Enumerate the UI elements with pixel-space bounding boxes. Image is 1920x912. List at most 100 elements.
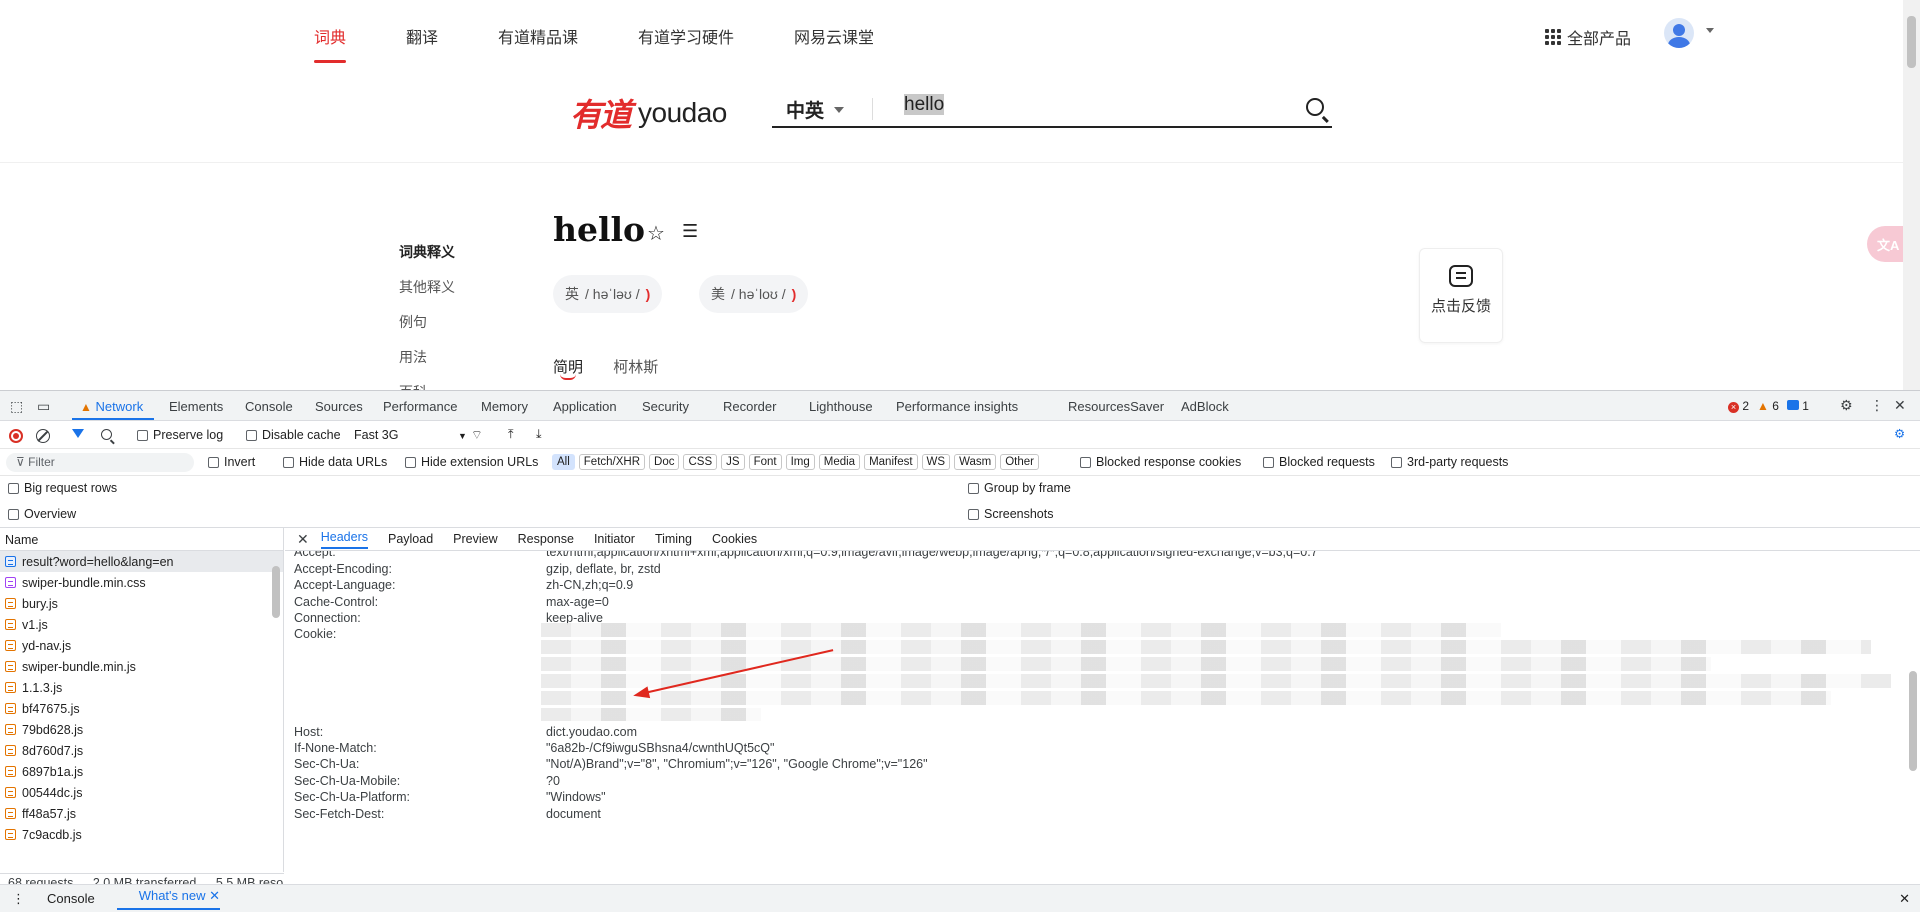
- request-row[interactable]: 1.1.3.js: [0, 677, 283, 698]
- chip-ws[interactable]: WS: [921, 454, 951, 470]
- invert-checkbox[interactable]: Invert: [208, 455, 255, 469]
- phonetic-uk[interactable]: 英 / həˈləʊ / ): [553, 275, 663, 313]
- tab-adblock[interactable]: AdBlock: [1181, 399, 1229, 414]
- chip-all[interactable]: All: [552, 454, 575, 470]
- inspect-icon[interactable]: ⬚: [10, 398, 23, 415]
- tab-console[interactable]: Console: [245, 399, 293, 414]
- scrollbar-thumb[interactable]: [272, 566, 280, 618]
- chip-doc[interactable]: Doc: [649, 454, 680, 470]
- all-products-button[interactable]: 全部产品: [1545, 25, 1631, 49]
- tab-payload[interactable]: Payload: [388, 532, 433, 546]
- tab-resources-saver[interactable]: ResourcesSaver: [1068, 399, 1164, 414]
- tab-elements[interactable]: Elements: [169, 399, 223, 414]
- sidenav-item-wiki[interactable]: 百科: [399, 382, 455, 390]
- drawer-tab-console[interactable]: Console: [47, 891, 95, 906]
- request-list-scrollbar[interactable]: [270, 552, 282, 848]
- import-har-icon[interactable]: ⤒: [508, 427, 514, 442]
- tab-cookies[interactable]: Cookies: [712, 532, 757, 546]
- youdao-logo[interactable]: 有道 youdao: [570, 90, 727, 136]
- sidenav-item-examples[interactable]: 例句: [399, 312, 455, 347]
- filter-input[interactable]: ⊽ Filter: [6, 453, 194, 472]
- chip-css[interactable]: CSS: [683, 454, 718, 470]
- export-har-icon[interactable]: ⤓: [536, 427, 542, 442]
- hide-data-urls-checkbox[interactable]: Hide data URLs: [283, 455, 387, 469]
- avatar[interactable]: [1664, 18, 1694, 48]
- tab-performance[interactable]: Performance: [383, 399, 457, 414]
- sidenav-item-dict-def[interactable]: 词典释义: [399, 242, 455, 277]
- close-icon[interactable]: ✕: [297, 531, 309, 548]
- name-column-header[interactable]: Name: [0, 528, 283, 551]
- tab-response[interactable]: Response: [518, 532, 574, 546]
- page-scrollbar[interactable]: [1903, 0, 1920, 390]
- scrollbar-thumb[interactable]: [1909, 671, 1917, 771]
- phonetic-us[interactable]: 美 / həˈloʊ / ): [699, 275, 809, 313]
- nav-item-translate[interactable]: 翻译: [406, 24, 438, 48]
- chip-img[interactable]: Img: [785, 454, 815, 470]
- group-by-frame-checkbox[interactable]: Group by frame: [968, 481, 1071, 495]
- drawer-tab-whats-new[interactable]: What's new ✕: [116, 888, 221, 910]
- request-row[interactable]: v1.js: [0, 614, 283, 635]
- tab-application[interactable]: Application: [553, 399, 617, 414]
- more-icon[interactable]: ⋮: [1870, 397, 1884, 414]
- clear-icon[interactable]: [36, 429, 50, 443]
- chip-media[interactable]: Media: [818, 454, 861, 470]
- chip-manifest[interactable]: Manifest: [864, 454, 918, 470]
- third-party-requests-checkbox[interactable]: 3rd-party requests: [1391, 455, 1508, 469]
- filter-icon[interactable]: [72, 429, 84, 438]
- chip-fetch-xhr[interactable]: Fetch/XHR: [578, 454, 646, 470]
- language-select[interactable]: 中英: [786, 96, 845, 123]
- request-row[interactable]: 79bd628.js: [0, 719, 283, 740]
- gear-icon[interactable]: ⚙: [1840, 397, 1853, 414]
- tab-headers[interactable]: Headers: [320, 530, 368, 549]
- request-row[interactable]: swiper-bundle.min.js: [0, 656, 283, 677]
- request-row[interactable]: 6897b1a.js: [0, 761, 283, 782]
- screenshots-checkbox[interactable]: Screenshots: [968, 507, 1053, 521]
- tab-preview[interactable]: Preview: [453, 532, 497, 546]
- chip-js[interactable]: JS: [721, 454, 745, 470]
- request-row[interactable]: bury.js: [0, 593, 283, 614]
- record-icon[interactable]: [9, 429, 23, 443]
- tab-initiator[interactable]: Initiator: [594, 532, 635, 546]
- network-settings-icon[interactable]: ⚙: [1894, 426, 1905, 441]
- network-conditions-icon[interactable]: ⌔: [471, 427, 483, 443]
- sidenav-item-usage[interactable]: 用法: [399, 347, 455, 382]
- nav-item-dict[interactable]: 词典: [314, 24, 346, 48]
- disable-cache-checkbox[interactable]: Disable cache: [246, 428, 341, 442]
- nav-item-courses[interactable]: 有道精品课: [498, 24, 578, 48]
- close-icon[interactable]: ✕: [1899, 891, 1910, 907]
- request-row[interactable]: swiper-bundle.min.css: [0, 572, 283, 593]
- throttling-select[interactable]: Fast 3G ▼: [354, 428, 467, 442]
- sidenav-item-other-def[interactable]: 其他释义: [399, 277, 455, 312]
- chip-wasm[interactable]: Wasm: [954, 454, 997, 470]
- request-row[interactable]: ff48a57.js: [0, 803, 283, 824]
- tab-sources[interactable]: Sources: [315, 399, 363, 414]
- request-row[interactable]: 00544dc.js: [0, 782, 283, 803]
- nav-item-netease-classroom[interactable]: 网易云课堂: [794, 24, 874, 48]
- hide-extension-urls-checkbox[interactable]: Hide extension URLs: [405, 455, 538, 469]
- chevron-down-icon[interactable]: [1706, 28, 1714, 33]
- blocked-response-cookies-checkbox[interactable]: Blocked response cookies: [1080, 455, 1241, 469]
- issues-counter[interactable]: × 2 ▲ 6 1: [1728, 399, 1809, 413]
- scrollbar-thumb[interactable]: [1907, 16, 1916, 68]
- detail-scrollbar[interactable]: [1906, 551, 1920, 859]
- tab-network[interactable]: ▲ Network: [80, 399, 143, 414]
- more-icon[interactable]: ⋮: [12, 891, 25, 907]
- device-toggle-icon[interactable]: ▭: [37, 398, 50, 415]
- close-icon[interactable]: ✕: [1894, 397, 1906, 414]
- tab-lighthouse[interactable]: Lighthouse: [809, 399, 873, 414]
- blocked-requests-checkbox[interactable]: Blocked requests: [1263, 455, 1375, 469]
- tab-collins[interactable]: 柯林斯: [613, 359, 658, 376]
- tab-recorder[interactable]: Recorder: [723, 399, 776, 414]
- search-icon[interactable]: [1306, 98, 1324, 116]
- nav-item-hardware[interactable]: 有道学习硬件: [638, 24, 734, 48]
- request-row[interactable]: result?word=hello&lang=en: [0, 551, 283, 572]
- search-input[interactable]: hello: [904, 94, 1294, 122]
- request-row[interactable]: 8d760d7.js: [0, 740, 283, 761]
- request-row[interactable]: yd-nav.js: [0, 635, 283, 656]
- overview-checkbox[interactable]: Overview: [8, 507, 76, 521]
- tab-performance-insights[interactable]: Performance insights: [896, 399, 1018, 414]
- tab-memory[interactable]: Memory: [481, 399, 528, 414]
- big-request-rows-checkbox[interactable]: Big request rows: [8, 481, 117, 495]
- wordlist-icon[interactable]: ☰: [682, 221, 698, 242]
- feedback-button[interactable]: 点击反馈: [1419, 248, 1503, 343]
